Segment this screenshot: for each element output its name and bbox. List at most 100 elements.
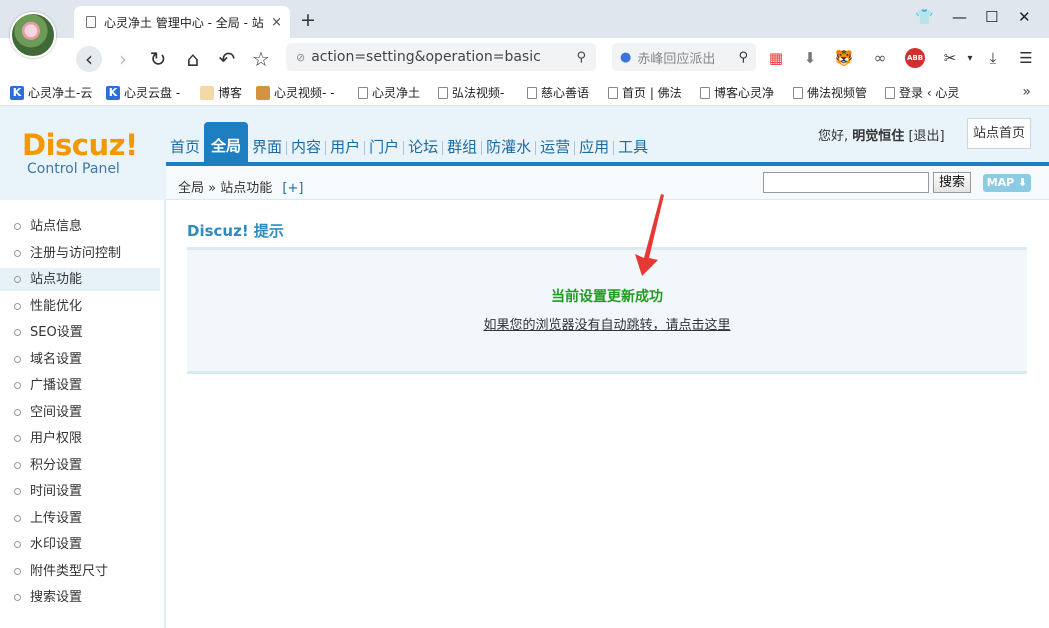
bullet-icon bbox=[14, 408, 21, 416]
bullet-icon bbox=[14, 594, 21, 601]
close-window-icon[interactable]: ✕ bbox=[1018, 8, 1031, 26]
admin-search-input[interactable] bbox=[763, 172, 929, 193]
bullet-icon bbox=[14, 329, 21, 336]
greeting: 您好, bbox=[818, 129, 849, 144]
sidebar-item-label: 水印设置 bbox=[30, 537, 83, 552]
bookmark-star-icon[interactable]: ☆ bbox=[248, 46, 274, 72]
sidebar-item[interactable]: 空间设置 bbox=[0, 401, 160, 424]
sidebar-item[interactable]: 注册与访问控制 bbox=[0, 242, 160, 265]
sidebar-item[interactable]: SEO设置 bbox=[0, 321, 160, 344]
shirt-icon[interactable]: 👕 bbox=[915, 8, 934, 26]
nav-item[interactable]: 运营 bbox=[536, 132, 574, 164]
bookmark-item[interactable]: 博客心灵净 bbox=[700, 84, 774, 101]
nav-item[interactable]: 门户 bbox=[365, 132, 403, 164]
sidebar-item[interactable]: 广播设置 bbox=[0, 374, 160, 397]
sidebar-item-label: 注册与访问控制 bbox=[30, 245, 122, 261]
forward-button[interactable]: › bbox=[110, 46, 136, 72]
nav-item[interactable]: 首页 bbox=[166, 132, 204, 164]
bookmark-label: 博客 bbox=[218, 86, 243, 100]
bookmark-item[interactable]: 心灵视频- - bbox=[256, 84, 334, 101]
nav-item[interactable]: 用户 bbox=[326, 132, 364, 164]
apps-grid-icon[interactable]: ▦ bbox=[766, 48, 786, 68]
bookmark-item[interactable]: 登录 ‹ 心灵 bbox=[885, 84, 959, 101]
sidebar-item[interactable]: 上传设置 bbox=[0, 507, 160, 530]
bookmark-item[interactable]: K 心灵净土-云 bbox=[10, 84, 92, 101]
chevron-down-icon[interactable]: ▾ bbox=[960, 48, 980, 68]
menu-icon[interactable]: ☰ bbox=[1016, 48, 1036, 68]
sidebar-item[interactable]: 搜索设置 bbox=[0, 586, 160, 609]
sidebar-item[interactable]: 性能优化 bbox=[0, 295, 160, 318]
admin-header: Discuz! Control Panel 首页 全局 界面 内容 用户 门户 论坛 群组 防灌… bbox=[0, 106, 1049, 200]
page-icon bbox=[793, 86, 803, 99]
sidebar-item[interactable]: 时间设置 bbox=[0, 480, 160, 503]
site-icon bbox=[256, 85, 270, 100]
scissors-icon[interactable]: ✂ bbox=[940, 48, 960, 68]
page-icon bbox=[527, 86, 537, 99]
security-icon: ⊘ bbox=[296, 50, 306, 64]
reload-icon[interactable]: ↻ bbox=[145, 46, 171, 72]
bookmark-item[interactable]: 慈心善语 bbox=[527, 84, 589, 101]
minimize-icon[interactable]: — bbox=[952, 8, 967, 26]
bookmark-item[interactable]: 首页 | 佛法 bbox=[608, 84, 682, 101]
download-icon[interactable]: ⤓ bbox=[983, 48, 1003, 68]
nav-item[interactable]: 内容 bbox=[287, 132, 325, 164]
nav-item[interactable]: 全局 bbox=[204, 122, 249, 164]
sidebar-item-label: 用户权限 bbox=[30, 431, 83, 446]
home-icon[interactable]: ⌂ bbox=[180, 46, 206, 72]
new-tab-button[interactable]: + bbox=[300, 9, 316, 31]
address-bar[interactable]: ⊘ action=setting&operation=basic ⚲ bbox=[286, 43, 596, 71]
search-icon[interactable]: ⚲ bbox=[738, 50, 748, 65]
bookmark-item[interactable]: 佛法视频管 bbox=[793, 84, 867, 101]
bookmark-item[interactable]: K 心灵云盘 - bbox=[106, 84, 180, 101]
sidebar-item[interactable]: 积分设置 bbox=[0, 454, 160, 477]
add-shortcut-link[interactable]: [+] bbox=[282, 181, 303, 196]
success-message: 当前设置更新成功 bbox=[551, 289, 663, 305]
bookmark-item[interactable]: 博客 bbox=[200, 84, 242, 101]
sidebar-item[interactable]: 站点信息 bbox=[0, 215, 160, 238]
browser-search-box[interactable]: ● 赤峰回应派出 ⚲ bbox=[612, 43, 756, 71]
nav-item[interactable]: 界面 bbox=[248, 132, 286, 164]
extension-icon[interactable]: 🐯 bbox=[834, 48, 854, 68]
adblock-icon[interactable]: ABB bbox=[905, 48, 925, 68]
gamepad-icon[interactable]: ∞ bbox=[870, 48, 890, 68]
sidebar-item-label: 站点功能 bbox=[30, 272, 83, 287]
breadcrumb-page: 站点功能 bbox=[220, 181, 273, 196]
bookmarks-more-button[interactable]: » bbox=[1022, 84, 1031, 100]
download-arrow-icon[interactable]: ⬇ bbox=[800, 48, 820, 68]
profile-avatar[interactable] bbox=[10, 12, 56, 58]
map-button[interactable]: MAP ⬇ bbox=[983, 174, 1031, 192]
discuz-logo[interactable]: Discuz! Control Panel bbox=[22, 128, 138, 177]
browser-tab[interactable]: 心灵净土 管理中心 - 全局 - 站 × bbox=[74, 6, 290, 38]
url-text[interactable]: action=setting&operation=basic bbox=[311, 49, 576, 65]
bookmark-item[interactable]: 弘法视频- bbox=[438, 84, 504, 101]
tab-close-icon[interactable]: × bbox=[271, 15, 282, 30]
nav-item[interactable]: 应用 bbox=[575, 132, 613, 164]
sidebar-item[interactable]: 用户权限 bbox=[0, 427, 160, 450]
maximize-icon[interactable]: ☐ bbox=[985, 8, 998, 26]
k-logo-icon: K bbox=[106, 85, 120, 100]
logout-link[interactable]: [退出] bbox=[908, 129, 944, 144]
sidebar-item[interactable]: 域名设置 bbox=[0, 348, 160, 371]
back-button[interactable]: ‹ bbox=[76, 46, 102, 72]
sidebar-item[interactable]: 站点功能 bbox=[0, 268, 160, 291]
undo-icon[interactable]: ↶ bbox=[214, 46, 240, 72]
admin-search-button[interactable]: 搜索 bbox=[933, 172, 971, 193]
sidebar-item-label: 域名设置 bbox=[30, 351, 83, 367]
nav-item[interactable]: 论坛 bbox=[404, 132, 442, 164]
sidebar-item[interactable]: 附件类型尺寸 bbox=[0, 560, 160, 583]
zoom-icon[interactable]: ⚲ bbox=[576, 50, 586, 65]
nav-item[interactable]: 防灌水 bbox=[482, 132, 535, 164]
search-query[interactable]: 赤峰回应派出 bbox=[637, 48, 738, 67]
bullet-icon bbox=[14, 435, 21, 442]
nav-item[interactable]: 工具 bbox=[614, 132, 652, 164]
bookmark-item[interactable]: 心灵净土 bbox=[358, 84, 420, 101]
bullet-icon bbox=[14, 567, 21, 575]
sidebar-item[interactable]: 水印设置 bbox=[0, 533, 160, 556]
site-home-button[interactable]: 站点首页 bbox=[967, 118, 1031, 149]
bookmark-label: 心灵视频- - bbox=[274, 86, 335, 100]
redirect-link[interactable]: 如果您的浏览器没有自动跳转，请点击这里 bbox=[187, 314, 1027, 333]
breadcrumb-section[interactable]: 全局 bbox=[178, 181, 204, 196]
bullet-icon bbox=[14, 541, 21, 548]
nav-item[interactable]: 群组 bbox=[443, 132, 481, 164]
content-title: Discuz! 提示 bbox=[187, 222, 284, 240]
